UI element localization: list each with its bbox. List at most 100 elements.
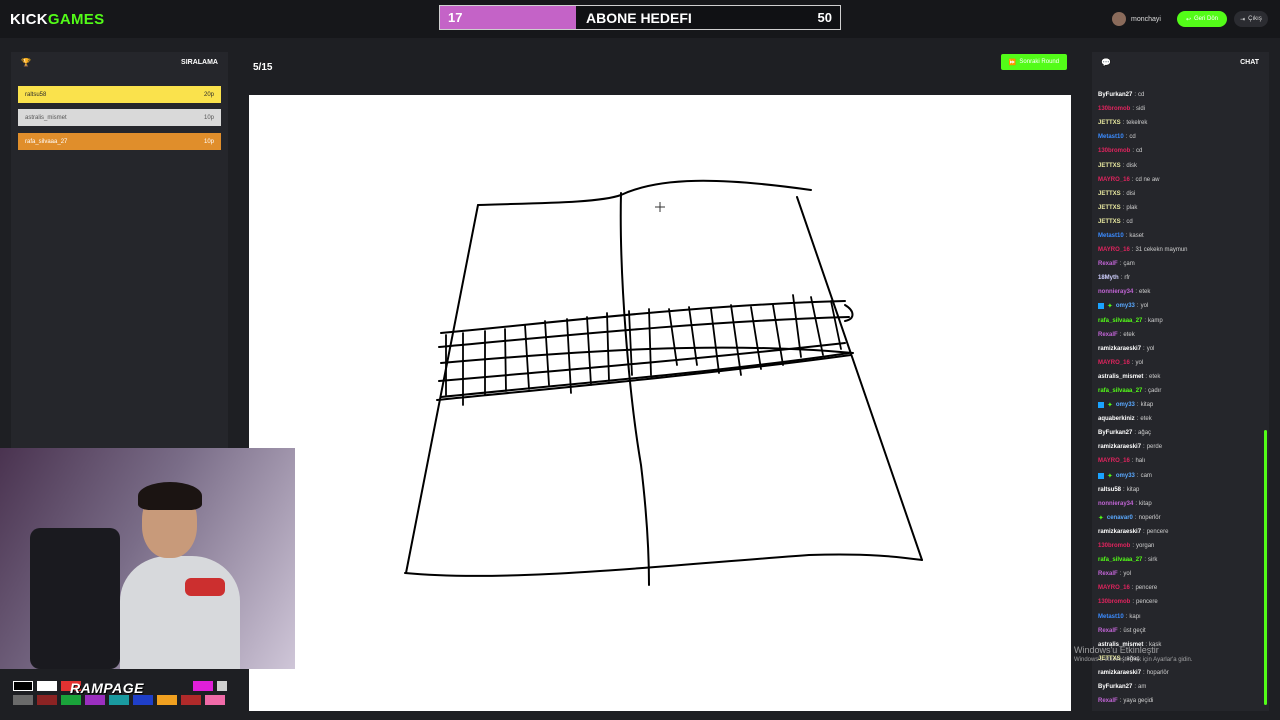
chat-username[interactable]: JETTXS <box>1098 191 1121 197</box>
chat-username[interactable]: ByFurkan27 <box>1098 430 1132 436</box>
chat-message: rafa_silvaaa_27 : kamp <box>1098 314 1258 328</box>
chat-username[interactable]: cenavar0 <box>1107 515 1133 521</box>
chat-username[interactable]: 18Myth <box>1098 275 1119 281</box>
chat-username[interactable]: MAYRO_16 <box>1098 177 1130 183</box>
microphone <box>185 578 225 596</box>
user-menu[interactable]: monchayi <box>1112 11 1161 27</box>
chat-username[interactable]: rafa_silvaaa_27 <box>1098 557 1142 563</box>
chat-username[interactable]: JETTXS <box>1098 120 1121 126</box>
color-swatch-blue[interactable] <box>133 695 153 705</box>
color-swatch-green[interactable] <box>61 695 81 705</box>
chat-username[interactable]: rafa_silvaaa_27 <box>1098 388 1142 394</box>
chat-bubble-icon: 💬 <box>1101 58 1111 67</box>
chat-username[interactable]: JETTXS <box>1098 219 1121 225</box>
chat-text: yaya geçidi <box>1123 698 1154 705</box>
chat-username[interactable]: MAYRO_16 <box>1098 585 1130 591</box>
chat-message: 130bromob : yorgan <box>1098 539 1258 553</box>
color-swatch-magenta[interactable] <box>193 681 213 691</box>
username: monchayi <box>1131 15 1161 23</box>
chat-username[interactable]: RexalF <box>1098 628 1118 634</box>
color-swatch-orange[interactable] <box>157 695 177 705</box>
chat-message: ✦ cenavar0 : noperlör <box>1098 511 1258 525</box>
chat-username[interactable]: aquaberkiniz <box>1098 416 1135 422</box>
chat-username[interactable]: astralis_mismet <box>1098 374 1143 380</box>
rampage-effect: RAMPAGE <box>70 680 145 696</box>
chat-text: perde <box>1146 444 1163 451</box>
color-swatch-pink[interactable] <box>205 695 225 705</box>
chat-message: RexalF : yaya geçidi <box>1098 694 1258 708</box>
chat-username[interactable]: omy33 <box>1116 303 1135 309</box>
chat-text: yol <box>1135 359 1144 366</box>
chat-message: 130bromob : pencere <box>1098 595 1258 609</box>
chat-username[interactable]: ByFurkan27 <box>1098 684 1132 690</box>
drawing-canvas[interactable] <box>249 95 1071 711</box>
chat-username[interactable]: MAYRO_16 <box>1098 247 1130 253</box>
chat-username[interactable]: RexalF <box>1098 698 1118 704</box>
color-swatch-brick[interactable] <box>181 695 201 705</box>
exit-button[interactable]: ⇥ Çıkış <box>1234 11 1268 27</box>
chat-username[interactable]: ByFurkan27 <box>1098 92 1132 98</box>
chat-username[interactable]: ramizkaraeski7 <box>1098 444 1141 450</box>
chat-username[interactable]: raltsu58 <box>1098 487 1121 493</box>
chat-text: cd <box>1129 134 1136 141</box>
chat-text: kamp <box>1148 317 1163 324</box>
chat-text: etek <box>1140 416 1152 423</box>
chat-username[interactable]: ramizkaraeski7 <box>1098 346 1141 352</box>
chat-username[interactable]: JETTXS <box>1098 205 1121 211</box>
chat-username[interactable]: JETTXS <box>1098 163 1121 169</box>
leaderboard-row: astralis_mismet 10p <box>18 109 221 126</box>
chat-text: sidi <box>1136 106 1146 113</box>
color-swatch-teal[interactable] <box>109 695 129 705</box>
chat-message: ByFurkan27 : cd <box>1098 88 1258 102</box>
chat-panel: 💬 CHAT ByFurkan27 : cd 130bromob : sidi JE… <box>1092 52 1269 711</box>
chat-username[interactable]: RexalF <box>1098 332 1118 338</box>
chat-text: cd <box>1126 218 1133 225</box>
chat-message: MAYRO_16 : halı <box>1098 454 1258 468</box>
chat-message: raltsu58 : kitap <box>1098 483 1258 497</box>
next-round-button[interactable]: ⏩ Sonraki Round <box>1001 54 1067 70</box>
chat-message: ✦ omy33 : kitap <box>1098 398 1258 412</box>
app-logo[interactable]: KICKGAMES <box>10 11 104 28</box>
chat-username[interactable]: Metast10 <box>1098 134 1124 140</box>
leaderboard-header: 🏆 SIRALAMA <box>11 52 228 74</box>
chat-text: yol <box>1140 303 1149 310</box>
color-swatch-white[interactable] <box>37 681 57 691</box>
chat-message: JETTXS : disk <box>1098 158 1258 172</box>
chat-text: yol <box>1123 571 1132 578</box>
chat-username[interactable]: nonnieray34 <box>1098 501 1133 507</box>
chat-username[interactable]: omy33 <box>1116 473 1135 479</box>
color-swatch-darkred[interactable] <box>37 695 57 705</box>
chat-message: Metast10 : kaset <box>1098 229 1258 243</box>
chat-text: pencere <box>1135 585 1158 592</box>
subscriber-badge-icon <box>1098 402 1104 409</box>
chat-text: noperlör <box>1138 514 1161 521</box>
chat-text: kaset <box>1129 232 1144 239</box>
chat-message: astralis_mismet : etek <box>1098 370 1258 384</box>
color-swatch-gray[interactable] <box>217 681 227 691</box>
color-swatch-purple[interactable] <box>85 695 105 705</box>
chat-username[interactable]: Metast10 <box>1098 614 1124 620</box>
chat-username[interactable]: nonnieray34 <box>1098 289 1133 295</box>
chat-message: ramizkaraeski7 : perde <box>1098 440 1258 454</box>
color-swatch-darkgray[interactable] <box>13 695 33 705</box>
chat-username[interactable]: 130bromob <box>1098 543 1130 549</box>
chat-username[interactable]: MAYRO_16 <box>1098 458 1130 464</box>
chat-username[interactable]: RexalF <box>1098 571 1118 577</box>
chat-username[interactable]: 130bromob <box>1098 148 1130 154</box>
chat-message: rafa_silvaaa_27 : çadır <box>1098 384 1258 398</box>
chat-scrollbar[interactable] <box>1264 430 1267 705</box>
chat-username[interactable]: Metast10 <box>1098 233 1124 239</box>
chat-username[interactable]: RexalF <box>1098 261 1118 267</box>
subscriber-badge-icon <box>1098 472 1104 479</box>
chat-username[interactable]: 130bromob <box>1098 599 1130 605</box>
back-button[interactable]: ↩ Geri Dön <box>1177 11 1227 27</box>
chat-username[interactable]: omy33 <box>1116 402 1135 408</box>
chat-username[interactable]: rafa_silvaaa_27 <box>1098 318 1142 324</box>
color-swatch-black[interactable] <box>13 681 33 691</box>
chat-username[interactable]: MAYRO_16 <box>1098 360 1130 366</box>
chat-separator: : <box>1134 92 1137 99</box>
chat-username[interactable]: 130bromob <box>1098 106 1130 112</box>
chat-username[interactable]: ramizkaraeski7 <box>1098 670 1141 676</box>
chat-username[interactable]: ramizkaraeski7 <box>1098 529 1141 535</box>
chat-message: 130bromob : sidi <box>1098 102 1258 116</box>
